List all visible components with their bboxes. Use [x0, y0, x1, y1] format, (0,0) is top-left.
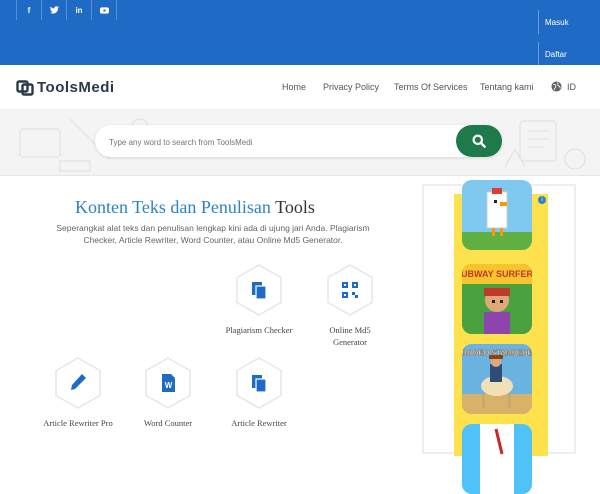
tool-article-rewriter[interactable]: Article Rewriter: [224, 357, 294, 429]
nav-item-home[interactable]: Home: [282, 82, 306, 92]
tool-article-rewriter-pro[interactable]: Article Rewriter Pro: [43, 357, 113, 429]
tool-word-counter[interactable]: W Word Counter: [133, 357, 203, 429]
hexagon-badge: [54, 357, 102, 409]
sidebar-ad: i SUBWAY SURFERS: [422, 180, 576, 494]
logo-text: ToolsMedi: [37, 79, 115, 96]
top-bar: f in Masuk Daftar: [0, 0, 600, 66]
page-description: Seperangkat alat teks dan penulisan leng…: [56, 223, 370, 245]
logo[interactable]: ToolsMedi: [16, 79, 115, 96]
nav-item-about[interactable]: Tentang kami: [480, 82, 534, 92]
search-box: [95, 125, 502, 157]
game-icon[interactable]: [462, 424, 532, 494]
login-link[interactable]: Masuk: [538, 10, 578, 34]
linkedin-icon[interactable]: in: [67, 0, 92, 20]
ad-banner[interactable]: i SUBWAY SURFERS: [454, 180, 548, 494]
language-code: ID: [567, 81, 576, 92]
rodeo-stampede-icon[interactable]: RODEO STAMPEDE: [462, 344, 532, 414]
main-navbar: ToolsMedi Home Privacy Policy Terms Of S…: [0, 65, 600, 110]
tool-online-md5-generator[interactable]: Online Md5 Generator: [315, 264, 385, 348]
page-title-highlight: Konten Teks dan Penulisan: [75, 197, 271, 217]
hexagon-badge: W: [144, 357, 192, 409]
register-link[interactable]: Daftar: [538, 42, 578, 66]
facebook-icon[interactable]: f: [16, 0, 42, 20]
search-input[interactable]: [107, 133, 451, 151]
page-title: Konten Teks dan Penulisan Tools: [75, 197, 315, 218]
hexagon-badge: [326, 264, 374, 316]
language-selector[interactable]: ID: [551, 81, 576, 92]
hexagon-badge: [235, 264, 283, 316]
ad-info-icon[interactable]: i: [538, 196, 546, 204]
tool-label: Plagiarism Checker: [225, 325, 293, 335]
page-title-rest: Tools: [275, 197, 315, 217]
hexagon-badge: [235, 357, 283, 409]
globe-icon: [551, 81, 562, 92]
word-document-icon: W: [162, 374, 175, 392]
twitter-glyph: [49, 6, 59, 14]
tool-label: Article Rewriter: [231, 418, 287, 428]
tool-plagiarism-checker[interactable]: Plagiarism Checker: [224, 264, 294, 336]
search-banner: [0, 109, 600, 176]
linkedin-glyph: in: [75, 5, 83, 15]
nav-item-terms[interactable]: Terms Of Services: [394, 82, 468, 92]
youtube-glyph: [99, 6, 109, 14]
social-links: f in: [16, 0, 117, 20]
svg-text:W: W: [165, 381, 173, 390]
chicken-game-icon[interactable]: [462, 180, 532, 250]
nav-item-privacy-policy[interactable]: Privacy Policy: [323, 82, 379, 92]
subway-surfers-title: SUBWAY SURFERS: [462, 269, 532, 279]
logo-icon: [16, 80, 34, 96]
subway-surfers-icon[interactable]: SUBWAY SURFERS: [462, 264, 532, 334]
tool-label: Online Md5 Generator: [329, 325, 371, 347]
twitter-icon[interactable]: [42, 0, 67, 20]
tool-label: Article Rewriter Pro: [43, 418, 113, 428]
search-button[interactable]: [456, 125, 502, 157]
tool-label: Word Counter: [143, 418, 193, 428]
facebook-glyph: f: [27, 5, 31, 15]
youtube-icon[interactable]: [92, 0, 117, 20]
search-icon: [472, 134, 486, 148]
